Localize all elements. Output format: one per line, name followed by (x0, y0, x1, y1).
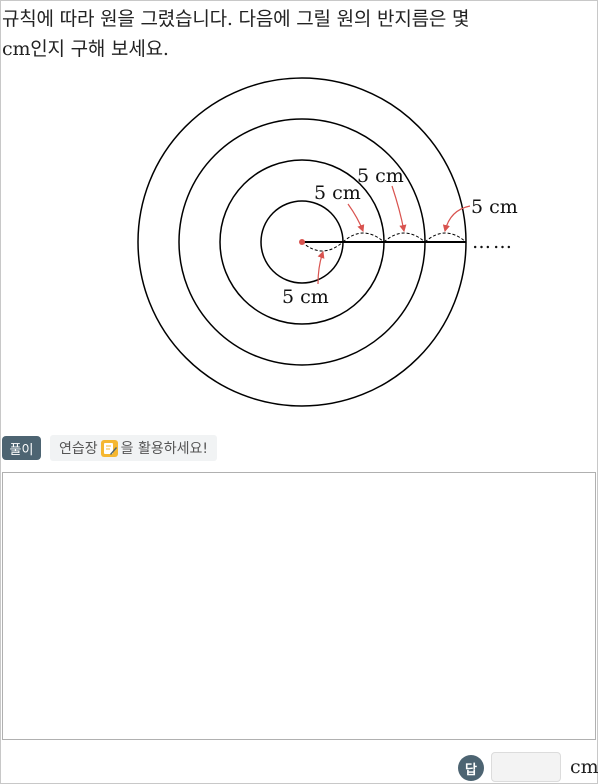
arrow-second (391, 185, 407, 233)
arrow-third (442, 205, 471, 233)
label-first: 5 cm (314, 182, 361, 204)
hint-text-after: 을 활용하세요! (120, 441, 208, 457)
arrow-first (347, 203, 365, 233)
dashed-arc-4 (424, 232, 467, 243)
hint-text-before: 연습장 (59, 441, 98, 457)
answer-input[interactable] (491, 752, 561, 782)
question-line-1: 규칙에 따라 원을 그렸습니다. 다음에 그릴 원의 반지름은 몇 (2, 8, 470, 30)
label-second: 5 cm (357, 165, 404, 187)
solution-badge: 풀이 (2, 436, 41, 460)
dashed-arc-1 (301, 241, 344, 252)
question-text: 규칙에 따라 원을 그렸습니다. 다음에 그릴 원의 반지름은 몇 cm인지 구… (2, 4, 596, 64)
memo-pencil-icon (100, 439, 118, 457)
dashed-arc-2 (342, 232, 385, 243)
ellipsis: …… (472, 231, 514, 253)
question-line-2: cm인지 구해 보세요. (2, 38, 169, 60)
label-third: 5 cm (471, 196, 518, 218)
answer-unit: cm (570, 756, 598, 778)
answer-badge: 답 (458, 755, 484, 781)
solution-work-area[interactable] (2, 472, 596, 740)
dashed-arc-3 (383, 232, 426, 243)
center-point (299, 239, 305, 245)
workbook-hint[interactable]: 연습장 을 활용하세요! (50, 435, 217, 461)
concentric-circles-figure: 5 cm 5 cm 5 cm 5 cm …… (137, 77, 518, 407)
label-bottom: 5 cm (282, 286, 329, 308)
